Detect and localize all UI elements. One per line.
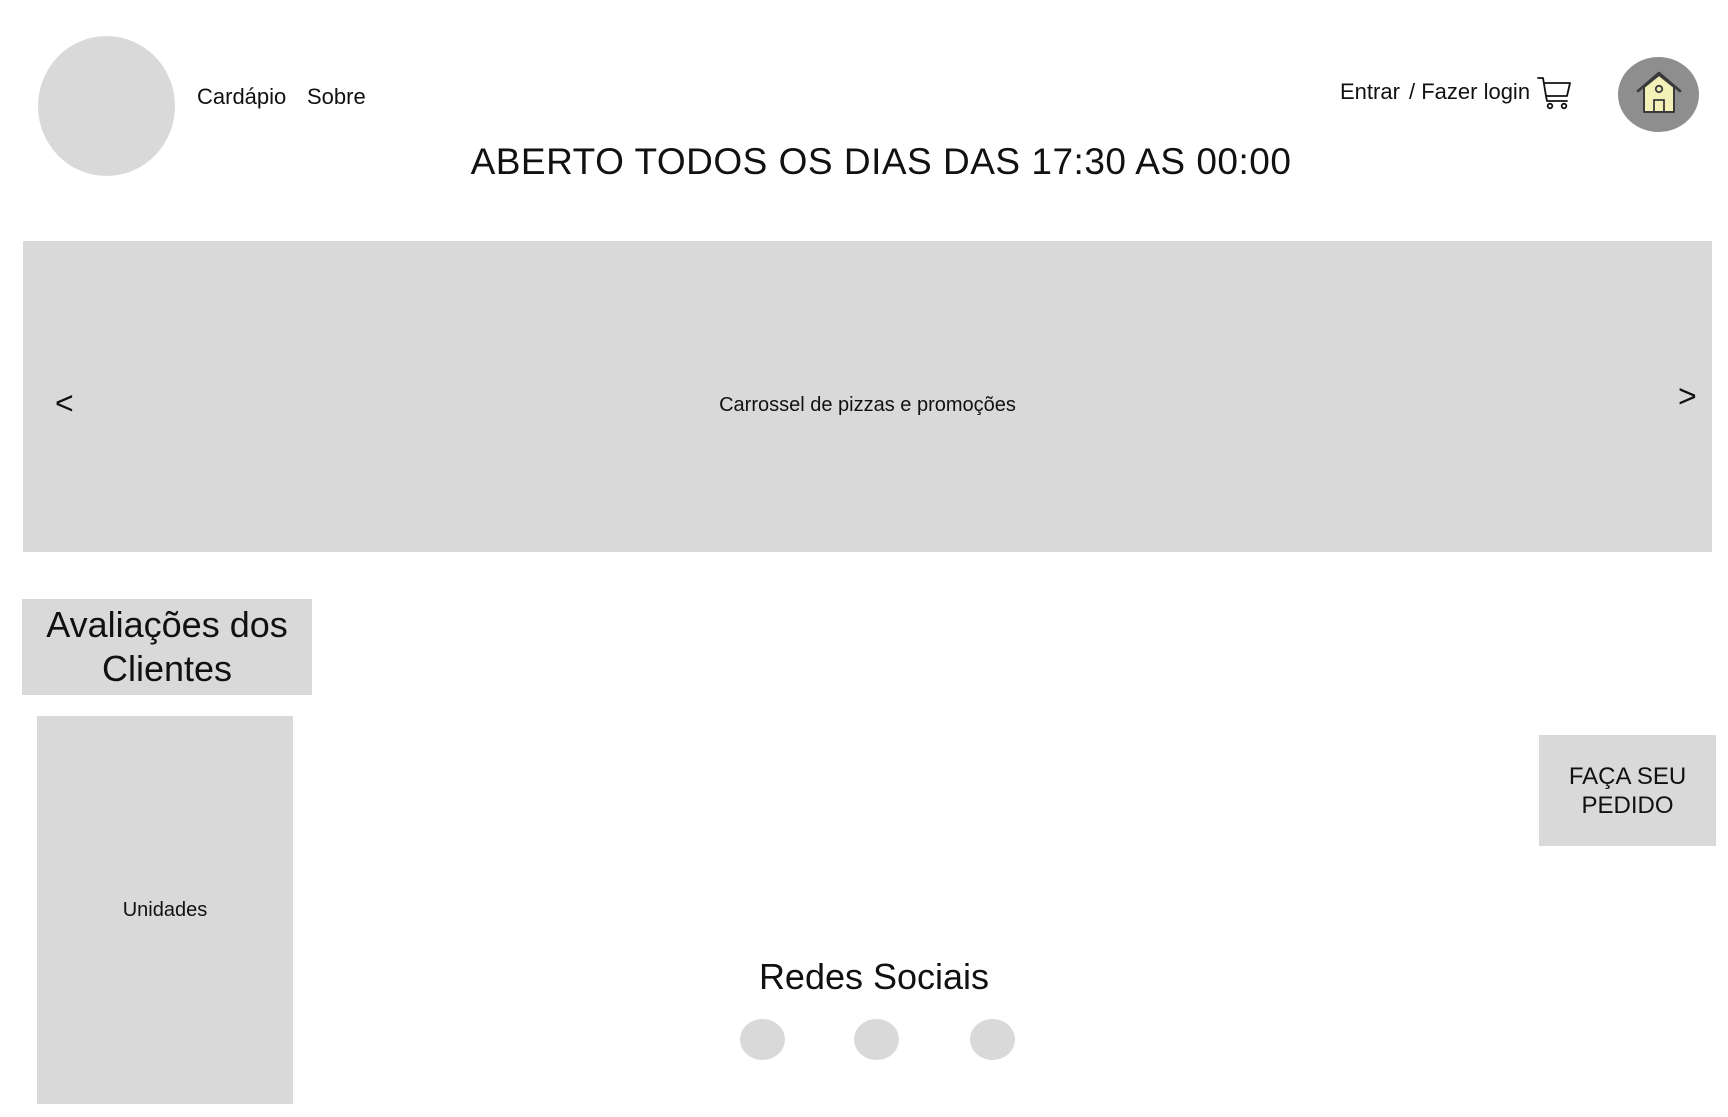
carousel-next-button[interactable]: >: [1678, 380, 1697, 412]
carousel-label-text: Carrossel de pizzas e promoções: [719, 394, 1016, 416]
carousel-label: Carrossel de pizzas e promoções: [23, 394, 1712, 417]
social-link-2[interactable]: [854, 1019, 899, 1060]
customer-reviews-section: Avaliações dos Clientes: [22, 599, 312, 695]
opening-hours-banner: ABERTO TODOS OS DIAS DAS 17:30 AS 00:00: [0, 141, 1728, 183]
nav-link-sobre[interactable]: Sobre: [307, 84, 366, 110]
social-link-3[interactable]: [970, 1019, 1015, 1060]
social-networks-section: Redes Sociais: [0, 956, 1728, 998]
place-order-button[interactable]: FAÇA SEU PEDIDO: [1539, 735, 1716, 846]
units-panel[interactable]: Unidades: [37, 716, 293, 1104]
nav-link-cardapio[interactable]: Cardápio: [197, 84, 286, 110]
login-link[interactable]: / Fazer login: [1409, 79, 1530, 105]
opening-hours-text: ABERTO TODOS OS DIAS DAS 17:30 AS 00:00: [470, 141, 1292, 182]
promo-carousel[interactable]: Carrossel de pizzas e promoções < >: [23, 241, 1712, 552]
social-networks-title: Redes Sociais: [758, 956, 990, 997]
place-order-label: FAÇA SEU PEDIDO: [1568, 762, 1687, 819]
carousel-prev-button[interactable]: <: [55, 387, 74, 419]
units-label: Unidades: [122, 898, 208, 921]
social-link-1[interactable]: [740, 1019, 785, 1060]
enter-link[interactable]: Entrar: [1340, 79, 1400, 105]
home-button[interactable]: [1618, 57, 1699, 132]
customer-reviews-title: Avaliações dos Clientes: [46, 604, 288, 689]
cart-icon[interactable]: [1536, 74, 1574, 112]
home-icon: [1634, 69, 1684, 120]
